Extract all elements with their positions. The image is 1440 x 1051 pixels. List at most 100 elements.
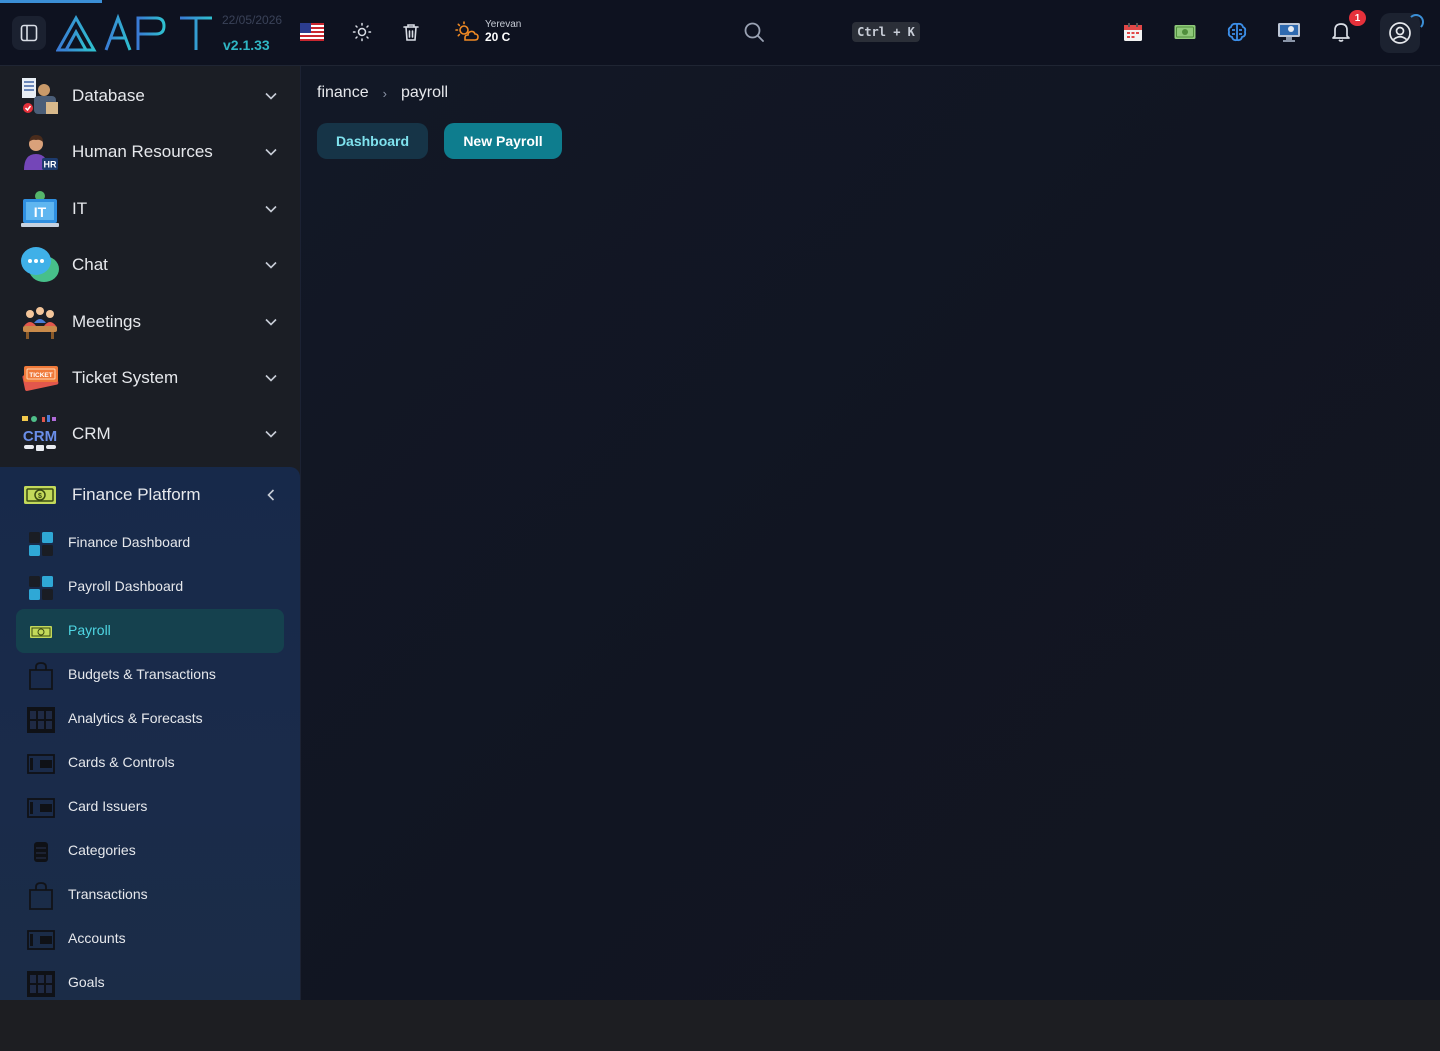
sidebar-subitem-label: Payroll [68,622,111,638]
sidebar-item-label: Database [72,86,145,105]
hr-icon: HR [18,130,62,174]
sidebar-subitem-label: Accounts [68,930,126,946]
svg-text:TICKET: TICKET [29,372,53,379]
weather-city: Yerevan [485,19,522,30]
svg-text:$: $ [38,493,42,500]
sidebar-subitem-analytics-forecasts[interactable]: Analytics & Forecasts [16,697,284,741]
sidebar-subitem-label: Analytics & Forecasts [68,710,203,726]
money-icon [1174,25,1196,39]
notifications-button[interactable] [1329,20,1353,44]
sidebar-subitem-label: Cards & Controls [68,754,175,770]
sidebar-item-it[interactable]: IT IT [0,181,300,237]
app-date: 22/05/2026 [222,13,283,27]
sidebar-subitem-transactions[interactable]: Transactions [16,873,284,917]
sidebar-subitem-label: Goals [68,974,105,990]
dashboard-icon [26,573,56,603]
table-icon [26,969,56,999]
search-button[interactable] [742,20,766,44]
loading-progress-bar [0,0,102,3]
sidebar-subitem-cards-controls[interactable]: Cards & Controls [16,741,284,785]
ai-button[interactable] [1225,20,1249,44]
bag-icon [26,661,56,691]
weather-temperature: 20 C [485,30,511,44]
table-icon [26,705,56,735]
remote-desktop-button[interactable] [1277,20,1301,44]
app-version: v2.1.33 [223,37,270,53]
sidebar-subitem-label: Budgets & Transactions [68,666,216,682]
sidebar-toggle-button[interactable] [12,16,46,50]
sidebar: Database HR Human Resources IT IT Chat M… [0,66,300,1000]
sidebar-item-label: IT [72,199,88,218]
ticket-icon: TICKET [18,356,62,400]
theme-toggle-button[interactable] [350,20,374,44]
sidebar-subitem-label: Finance Dashboard [68,534,191,550]
sidebar-subitem-payroll-dashboard[interactable]: Payroll Dashboard [16,565,284,609]
sidebar-subitem-finance-dashboard[interactable]: Finance Dashboard [16,521,284,565]
sidebar-subitem-budgets-transactions[interactable]: Budgets & Transactions [16,653,284,697]
search-icon [744,22,764,42]
meetings-icon [18,300,62,344]
app-logo[interactable] [55,12,216,54]
dashboard-button[interactable]: Dashboard [317,123,428,159]
chevron-down-icon [264,427,278,441]
breadcrumb: finance › payroll [317,84,448,102]
card-icon [26,793,56,823]
sidebar-item-crm[interactable]: CRM CRM [0,406,300,462]
main-content: finance › payroll Dashboard New Payroll [300,66,1440,1000]
sidebar-subitem-label: Card Issuers [68,798,148,814]
svg-text:HR: HR [44,160,57,170]
chevron-down-icon [264,89,278,103]
breadcrumb-item-finance[interactable]: finance [317,84,369,102]
chevron-down-icon [264,258,278,272]
breadcrumb-item-payroll: payroll [400,84,449,101]
language-button[interactable] [300,20,324,44]
new-payroll-button[interactable]: New Payroll [444,123,562,159]
sidebar-item-label: Finance Platform [72,485,201,504]
sidebar-subitem-categories[interactable]: Categories [16,829,284,873]
top-bar: 22/05/2026 v2.1.33 Yerevan 20 C Ctrl + K… [0,0,1440,66]
sidebar-subitem-accounts[interactable]: Accounts [16,917,284,961]
stack-icon [26,837,56,867]
sidebar-subitem-label: Payroll Dashboard [68,578,184,594]
card-icon [26,925,56,955]
sidebar-item-database[interactable]: Database [0,68,300,124]
sidebar-item-meetings[interactable]: Meetings [0,294,300,350]
chevron-down-icon [264,202,278,216]
sidebar-item-label: CRM [72,424,111,443]
sidebar-item-chat[interactable]: Chat [0,237,300,293]
sidebar-item-label: Human Resources [72,142,213,161]
chevron-right-icon: › [382,85,387,101]
footer-bar [0,1000,1440,1051]
chevron-down-icon [264,315,278,329]
banknote-icon [26,617,56,647]
card-icon [26,749,56,779]
sidebar-subitem-card-issuers[interactable]: Card Issuers [16,785,284,829]
finance-platform-group: $ Finance Platform Finance Dashboard Pay… [0,467,300,1000]
dashboard-icon [26,529,56,559]
loading-spinner-icon [1408,14,1424,30]
sidebar-item-human-resources[interactable]: HR Human Resources [0,124,300,180]
sidebar-subitem-goals[interactable]: Goals [16,961,284,1000]
clear-cache-button[interactable] [399,20,423,44]
sidebar-item-finance-platform[interactable]: $ Finance Platform [0,467,300,523]
sidebar-toggle-icon [20,24,38,42]
us-flag-icon [300,23,324,41]
search-shortcut-hint: Ctrl + K [852,22,920,42]
finance-button[interactable] [1173,20,1197,44]
trash-icon [403,24,419,41]
weather-widget[interactable] [455,20,479,44]
sidebar-subitem-label: Categories [68,842,136,858]
calendar-button[interactable] [1121,20,1145,44]
sidebar-subitem-payroll[interactable]: Payroll [16,609,284,653]
weather-icon [455,21,479,41]
notification-badge: 1 [1349,10,1366,26]
sidebar-item-label: Chat [72,255,108,274]
sidebar-item-ticket-system[interactable]: TICKET Ticket System [0,350,300,406]
monitor-icon [1278,23,1300,42]
chevron-down-icon [264,145,278,159]
it-icon: IT [18,187,62,231]
svg-text:IT: IT [34,204,47,220]
sidebar-subitem-label: Transactions [68,886,148,902]
chat-icon [18,243,62,287]
bag-icon [26,881,56,911]
